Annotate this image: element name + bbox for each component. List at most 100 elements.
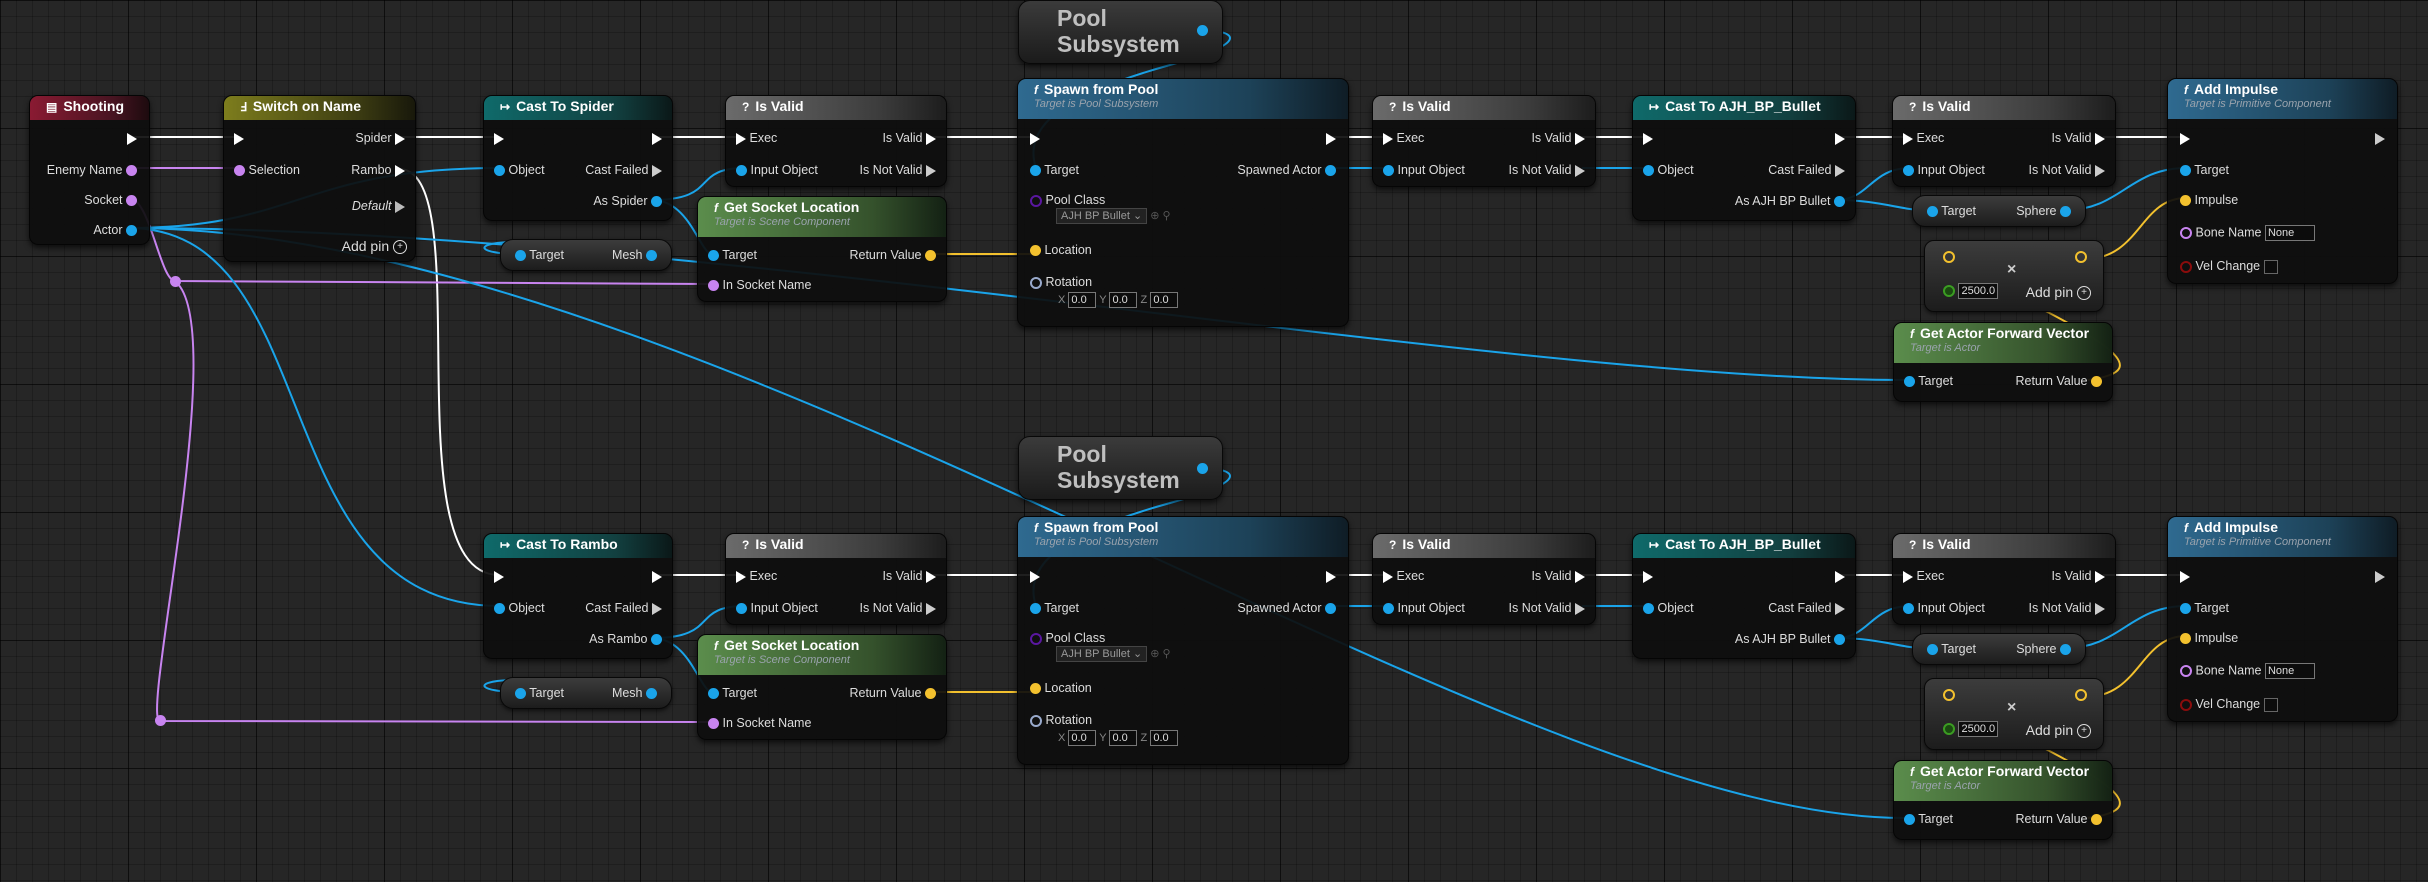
is-not-valid-pin[interactable]: Is Not Valid	[1509, 163, 1585, 177]
bone-name-pin[interactable]: Bone Name None	[2180, 663, 2315, 679]
vel-change-checkbox[interactable]	[2263, 259, 2278, 274]
shooting-event-node[interactable]: ▤ Shooting Enemy Name Socket Actor	[29, 95, 150, 245]
as-rambo-pin[interactable]: As Rambo	[589, 632, 662, 646]
exec-in-pin[interactable]	[1030, 131, 1040, 145]
impulse-pin[interactable]: Impulse	[2180, 193, 2238, 207]
bone-name-field[interactable]: None	[2264, 663, 2315, 679]
cast-object-pin[interactable]: Object	[1643, 163, 1694, 177]
cast-failed-pin[interactable]: Cast Failed	[585, 163, 662, 177]
is-not-valid-pin[interactable]: Is Not Valid	[860, 163, 936, 177]
vector-pin-icon[interactable]	[1943, 689, 1955, 701]
exec-in-pin[interactable]: Exec	[736, 569, 777, 583]
target-pin[interactable]: Target	[1030, 163, 1079, 177]
in-socket-name-pin[interactable]: In Socket Name	[708, 716, 811, 730]
switch-add-pin-button[interactable]: Add pin +	[342, 239, 407, 255]
exec-in-pin[interactable]: Exec	[736, 131, 777, 145]
is-valid-out-pin[interactable]: Is Valid	[2051, 131, 2105, 145]
rot-z-field[interactable]: 0.0	[1150, 292, 1179, 308]
multiply-node[interactable]: × 2500.0 Add pin +	[1924, 240, 2104, 312]
is-valid-out-pin[interactable]: Is Valid	[1531, 569, 1585, 583]
sphere-target-pin[interactable]: Target	[1927, 204, 1976, 218]
cast-exec-in-pin[interactable]	[1643, 131, 1653, 145]
reroute-knot[interactable]	[155, 715, 166, 726]
vector-pin-icon[interactable]	[1943, 251, 1955, 263]
cast-exec-in-pin[interactable]	[1643, 569, 1653, 583]
cast-exec-out-pin[interactable]	[652, 569, 662, 583]
cast-to-spider-node[interactable]: ↦ Cast To Spider Object Cast Failed As Sp…	[483, 95, 673, 221]
exec-in-pin[interactable]	[2180, 569, 2190, 583]
add-impulse-node[interactable]: f Add Impulse Target is Primitive Componen…	[2167, 78, 2398, 284]
rot-x-field[interactable]: 0.0	[1068, 292, 1097, 308]
cast-object-pin[interactable]: Object	[494, 163, 545, 177]
is-not-valid-pin[interactable]: Is Not Valid	[860, 601, 936, 615]
cast-exec-out-pin[interactable]	[1835, 131, 1845, 145]
exec-in-pin[interactable]: Exec	[1903, 569, 1944, 583]
input-object-pin[interactable]: Input Object	[1903, 163, 1985, 177]
as-bullet-pin[interactable]: As AJH BP Bullet	[1735, 632, 1845, 646]
mesh-out-pin[interactable]: Mesh	[612, 248, 657, 262]
return-value-pin[interactable]: Return Value	[2015, 374, 2102, 388]
multiply-value-field[interactable]: 2500.0	[1958, 721, 1999, 737]
multiply-add-pin-button[interactable]: Add pin +	[2026, 285, 2091, 301]
bone-name-field[interactable]: None	[2264, 225, 2315, 241]
mesh-out-pin[interactable]: Mesh	[612, 686, 657, 700]
is-not-valid-pin[interactable]: Is Not Valid	[1509, 601, 1585, 615]
pool-class-pin[interactable]: Pool Class	[1030, 631, 1105, 645]
exec-out-pin[interactable]	[2375, 131, 2385, 145]
get-actor-forward-vector-node[interactable]: f Get Actor Forward Vector Target is Actor…	[1893, 760, 2113, 840]
multiply-value-field[interactable]: 2500.0	[1958, 283, 1999, 299]
switch-exec-in-pin[interactable]	[234, 131, 244, 145]
get-mesh-node[interactable]: Target Mesh	[500, 239, 672, 271]
pool-subsystem-node[interactable]: Pool Subsystem	[1018, 436, 1223, 500]
multiply-float-pin[interactable]: 2500.0	[1943, 721, 1999, 737]
event-exec-out-pin[interactable]	[127, 131, 137, 145]
rot-y-field[interactable]: 0.0	[1109, 730, 1138, 746]
location-pin[interactable]: Location	[1030, 681, 1092, 695]
cast-exec-out-pin[interactable]	[1835, 569, 1845, 583]
exec-in-pin[interactable]: Exec	[1383, 131, 1424, 145]
exec-in-pin[interactable]	[2180, 131, 2190, 145]
add-impulse-node[interactable]: f Add Impulse Target is Primitive Componen…	[2167, 516, 2398, 722]
location-pin[interactable]: Location	[1030, 243, 1092, 257]
enemy-name-pin[interactable]: Enemy Name	[47, 163, 137, 177]
impulse-pin[interactable]: Impulse	[2180, 631, 2238, 645]
rot-x-field[interactable]: 0.0	[1068, 730, 1097, 746]
is-valid-node[interactable]: ? Is Valid Exec Input Object Is Valid Is …	[1892, 95, 2116, 187]
input-object-pin[interactable]: Input Object	[1903, 601, 1985, 615]
cast-object-pin[interactable]: Object	[494, 601, 545, 615]
object-pin-icon[interactable]	[1197, 25, 1208, 36]
get-socket-location-node[interactable]: f Get Socket Location Target is Scene Comp…	[697, 634, 947, 740]
is-valid-out-pin[interactable]: Is Valid	[1531, 131, 1585, 145]
pool-class-dropdown[interactable]: AJH BP Bullet ⌄ ⊕ ⚲	[1056, 646, 1171, 662]
get-sphere-node[interactable]: Target Sphere	[1912, 195, 2086, 227]
target-pin[interactable]: Target	[1030, 601, 1079, 615]
cast-exec-out-pin[interactable]	[652, 131, 662, 145]
spawned-actor-pin[interactable]: Spawned Actor	[1237, 163, 1336, 177]
object-pin-icon[interactable]	[1197, 463, 1208, 474]
vel-change-pin[interactable]: Vel Change	[2180, 697, 2278, 712]
spider-pin[interactable]: Spider	[355, 131, 405, 145]
browse-icon[interactable]: ⊕ ⚲	[1150, 648, 1170, 660]
mesh-target-pin[interactable]: Target	[515, 686, 564, 700]
vector-pin-icon[interactable]	[2075, 689, 2087, 701]
cast-to-bullet-node[interactable]: ↦ Cast To AJH_BP_Bullet Object Cast Faile…	[1632, 95, 1856, 221]
multiply-float-pin[interactable]: 2500.0	[1943, 283, 1999, 299]
is-valid-node[interactable]: ? Is Valid Exec Input Object Is Valid Is …	[1892, 533, 2116, 625]
is-valid-node[interactable]: ? Is Valid Exec Input Object Is Valid Is …	[1372, 95, 1596, 187]
actor-pin[interactable]: Actor	[93, 223, 137, 237]
vel-change-checkbox[interactable]	[2263, 697, 2278, 712]
target-pin[interactable]: Target	[708, 248, 757, 262]
get-socket-location-node[interactable]: f Get Socket Location Target is Scene Comp…	[697, 196, 947, 302]
target-pin[interactable]: Target	[2180, 163, 2229, 177]
multiply-node[interactable]: × 2500.0 Add pin +	[1924, 678, 2104, 750]
spawned-actor-pin[interactable]: Spawned Actor	[1237, 601, 1336, 615]
is-not-valid-pin[interactable]: Is Not Valid	[2029, 601, 2105, 615]
sphere-out-pin[interactable]: Sphere	[2016, 204, 2071, 218]
target-pin[interactable]: Target	[708, 686, 757, 700]
rot-z-field[interactable]: 0.0	[1150, 730, 1179, 746]
cast-failed-pin[interactable]: Cast Failed	[1768, 601, 1845, 615]
sphere-out-pin[interactable]: Sphere	[2016, 642, 2071, 656]
target-pin[interactable]: Target	[1904, 812, 1953, 826]
return-value-pin[interactable]: Return Value	[2015, 812, 2102, 826]
get-actor-forward-vector-node[interactable]: f Get Actor Forward Vector Target is Actor…	[1893, 322, 2113, 402]
